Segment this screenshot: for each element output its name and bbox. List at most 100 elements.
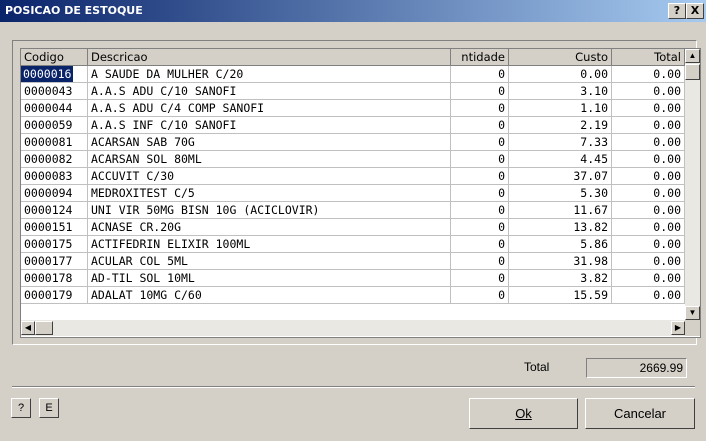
cell-total[interactable]: 0.00 [612, 236, 685, 253]
scroll-left-button[interactable]: ◀ [21, 321, 35, 335]
table-row[interactable]: 0000081 ACARSAN SAB 70G 0 7.33 0.00 [21, 134, 685, 151]
cell-quantidade[interactable]: 0 [451, 287, 509, 304]
cell-descricao[interactable]: ACARSAN SAB 70G [88, 134, 451, 151]
cell-descricao[interactable]: AD-TIL SOL 10ML [88, 270, 451, 287]
cell-quantidade[interactable]: 0 [451, 219, 509, 236]
cell-codigo[interactable]: 0000175 [21, 236, 88, 253]
cell-descricao[interactable]: ACCUVIT C/30 [88, 168, 451, 185]
cell-descricao[interactable]: MEDROXITEST C/5 [88, 185, 451, 202]
table-row[interactable]: 0000059 A.A.S INF C/10 SANOFI 0 2.19 0.00 [21, 117, 685, 134]
table-row[interactable]: 0000175 ACTIFEDRIN ELIXIR 100ML 0 5.86 0.00 [21, 236, 685, 253]
cell-descricao[interactable]: A.A.S ADU C/4 COMP SANOFI [88, 100, 451, 117]
table-row[interactable]: 0000151 ACNASE CR.20G 0 13.82 0.00 [21, 219, 685, 236]
cell-descricao[interactable]: A SAUDE DA MULHER C/20 [88, 66, 451, 83]
cancel-button[interactable]: Cancelar [585, 398, 695, 429]
cell-custo[interactable]: 3.10 [509, 83, 612, 100]
cell-custo[interactable]: 5.86 [509, 236, 612, 253]
cell-descricao[interactable]: A.A.S ADU C/10 SANOFI [88, 83, 451, 100]
cell-codigo[interactable]: 0000043 [21, 83, 88, 100]
cell-total[interactable]: 0.00 [612, 100, 685, 117]
cell-quantidade[interactable]: 0 [451, 66, 509, 83]
cell-descricao[interactable]: ACTIFEDRIN ELIXIR 100ML [88, 236, 451, 253]
column-header-total[interactable]: Total [612, 49, 685, 66]
cell-codigo[interactable]: 0000083 [21, 168, 88, 185]
title-close-button[interactable]: X [686, 3, 704, 19]
cell-codigo[interactable]: 0000044 [21, 100, 88, 117]
table-row[interactable]: 0000179 ADALAT 10MG C/60 0 15.59 0.00 [21, 287, 685, 304]
column-header-quantidade[interactable]: ntidade [451, 49, 509, 66]
cell-codigo[interactable]: 0000082 [21, 151, 88, 168]
table-row[interactable]: 0000044 A.A.S ADU C/4 COMP SANOFI 0 1.10 0.0… [21, 100, 685, 117]
horizontal-scroll-thumb[interactable] [35, 321, 53, 335]
cell-quantidade[interactable]: 0 [451, 168, 509, 185]
column-header-custo[interactable]: Custo [509, 49, 612, 66]
vertical-scrollbar[interactable]: ▲ ▼ [685, 49, 700, 320]
table-row[interactable]: 0000083 ACCUVIT C/30 0 37.07 0.00 [21, 168, 685, 185]
table-row[interactable]: 0000094 MEDROXITEST C/5 0 5.30 0.00 [21, 185, 685, 202]
cell-custo[interactable]: 11.67 [509, 202, 612, 219]
title-help-button[interactable]: ? [668, 3, 686, 19]
cell-descricao[interactable]: A.A.S INF C/10 SANOFI [88, 117, 451, 134]
ok-button[interactable]: Ok [469, 398, 578, 429]
cell-codigo[interactable]: 0000179 [21, 287, 88, 304]
cell-total[interactable]: 0.00 [612, 219, 685, 236]
cell-quantidade[interactable]: 0 [451, 100, 509, 117]
cell-quantidade[interactable]: 0 [451, 185, 509, 202]
cell-codigo[interactable]: 0000178 [21, 270, 88, 287]
cell-quantidade[interactable]: 0 [451, 151, 509, 168]
cell-custo[interactable]: 7.33 [509, 134, 612, 151]
table-row[interactable]: 0000177 ACULAR COL 5ML 0 31.98 0.00 [21, 253, 685, 270]
cell-total[interactable]: 0.00 [612, 185, 685, 202]
cell-total[interactable]: 0.00 [612, 83, 685, 100]
cell-total[interactable]: 0.00 [612, 270, 685, 287]
cell-descricao[interactable]: ACARSAN SOL 80ML [88, 151, 451, 168]
table-row[interactable]: 0000043 A.A.S ADU C/10 SANOFI 0 3.10 0.00 [21, 83, 685, 100]
selected-cell[interactable]: 0000016 [21, 66, 88, 83]
cell-descricao[interactable]: UNI VIR 50MG BISN 10G (ACICLOVIR) [88, 202, 451, 219]
cell-total[interactable]: 0.00 [612, 202, 685, 219]
cell-codigo[interactable]: 0000094 [21, 185, 88, 202]
cell-custo[interactable]: 3.82 [509, 270, 612, 287]
cell-custo[interactable]: 0.00 [509, 66, 612, 83]
horizontal-scrollbar[interactable]: ◀ ▶ [21, 320, 685, 336]
cell-descricao[interactable]: ADALAT 10MG C/60 [88, 287, 451, 304]
column-header-codigo[interactable]: Codigo [21, 49, 88, 66]
cell-total[interactable]: 0.00 [612, 253, 685, 270]
cell-total[interactable]: 0.00 [612, 134, 685, 151]
cell-total[interactable]: 0.00 [612, 287, 685, 304]
cell-quantidade[interactable]: 0 [451, 117, 509, 134]
cell-codigo[interactable]: 0000081 [21, 134, 88, 151]
cell-custo[interactable]: 31.98 [509, 253, 612, 270]
cell-quantidade[interactable]: 0 [451, 134, 509, 151]
cell-codigo[interactable]: 0000151 [21, 219, 88, 236]
cell-quantidade[interactable]: 0 [451, 83, 509, 100]
cell-custo[interactable]: 1.10 [509, 100, 612, 117]
cell-descricao[interactable]: ACULAR COL 5ML [88, 253, 451, 270]
cell-quantidade[interactable]: 0 [451, 270, 509, 287]
cell-custo[interactable]: 13.82 [509, 219, 612, 236]
cell-custo[interactable]: 15.59 [509, 287, 612, 304]
cell-total[interactable]: 0.00 [612, 168, 685, 185]
cell-total[interactable]: 0.00 [612, 117, 685, 134]
cell-quantidade[interactable]: 0 [451, 253, 509, 270]
scroll-up-button[interactable]: ▲ [685, 49, 700, 63]
table-row[interactable]: 0000178 AD-TIL SOL 10ML 0 3.82 0.00 [21, 270, 685, 287]
table-row[interactable]: 0000082 ACARSAN SOL 80ML 0 4.45 0.00 [21, 151, 685, 168]
vertical-scroll-thumb[interactable] [685, 64, 700, 80]
cell-total[interactable]: 0.00 [612, 66, 685, 83]
cell-custo[interactable]: 5.30 [509, 185, 612, 202]
cell-quantidade[interactable]: 0 [451, 236, 509, 253]
column-header-descricao[interactable]: Descricao [88, 49, 451, 66]
scroll-down-button[interactable]: ▼ [685, 306, 700, 320]
cell-codigo[interactable]: 0000124 [21, 202, 88, 219]
table-row[interactable]: 0000016 A SAUDE DA MULHER C/20 0 0.00 0.00 [21, 66, 685, 83]
scroll-right-button[interactable]: ▶ [671, 321, 685, 335]
export-button[interactable]: E [39, 398, 59, 418]
cell-codigo[interactable]: 0000059 [21, 117, 88, 134]
cell-codigo[interactable]: 0000177 [21, 253, 88, 270]
help-button[interactable]: ? [11, 398, 31, 418]
cell-custo[interactable]: 4.45 [509, 151, 612, 168]
stock-grid[interactable]: Codigo Descricao ntidade Custo Total 000… [20, 48, 701, 338]
cell-custo[interactable]: 2.19 [509, 117, 612, 134]
table-row[interactable]: 0000124 UNI VIR 50MG BISN 10G (ACICLOVIR)… [21, 202, 685, 219]
